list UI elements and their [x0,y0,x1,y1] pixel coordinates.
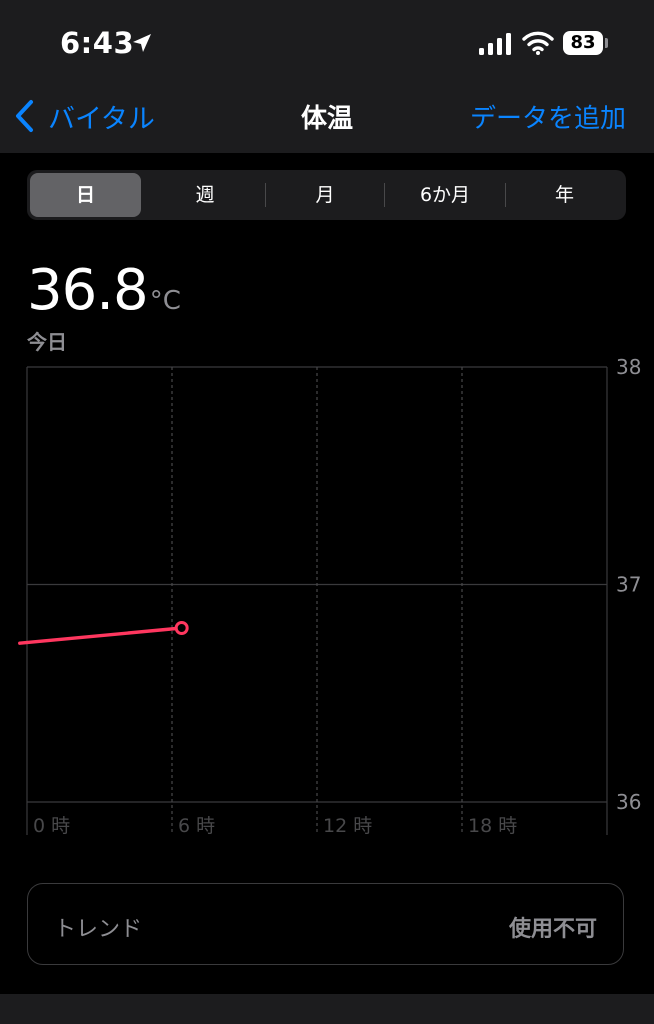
y-tick-label-36: 36 [616,790,641,814]
wifi-icon [522,31,554,55]
time-range-segmented-control: 日 週 月 6か月 年 [27,170,626,220]
x-tick-label-6: 6 時 [178,815,215,837]
value-date: 今日 [27,330,67,354]
segment-year[interactable]: 年 [506,173,623,217]
trend-card[interactable]: トレンド 使用不可 [27,883,624,965]
x-tick-label-0: 0 時 [33,815,70,837]
segment-week[interactable]: 週 [145,173,265,217]
y-tick-label-37: 37 [616,573,641,597]
y-tick-label-38: 38 [616,355,641,379]
latest-value: 36.8 °C [27,258,181,323]
battery-icon: 83 [563,31,603,55]
temperature-value: 36.8 [27,258,149,323]
temperature-chart[interactable]: 0 時 6 時 12 時 18 時 38 37 36 [0,355,654,845]
x-tick-label-18: 18 時 [468,815,517,837]
series-point-last [174,621,189,635]
status-time: 6:43 [60,26,135,60]
segment-day[interactable]: 日 [30,173,141,217]
series-line-0 [18,626,184,645]
x-tick-label-12: 12 時 [323,815,372,837]
segment-6-months[interactable]: 6か月 [385,173,505,217]
add-data-button[interactable]: データを追加 [470,98,626,135]
segment-month[interactable]: 月 [266,173,384,217]
battery-tip [605,38,608,48]
trend-label: トレンド [54,917,143,942]
trend-value: 使用不可 [508,917,597,942]
bottom-bar-background [0,994,654,1024]
temperature-unit: °C [149,286,181,316]
location-arrow-icon [133,34,151,52]
cellular-signal-icon [479,33,511,55]
